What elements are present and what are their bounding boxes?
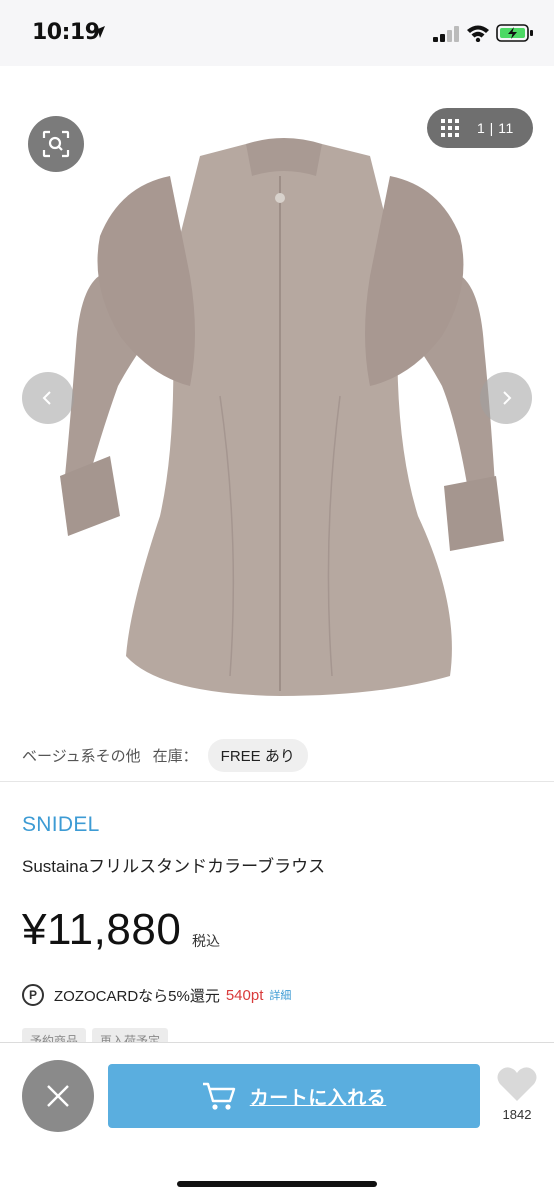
image-search-icon (42, 130, 70, 158)
cart-icon (202, 1082, 235, 1110)
product-name: Sustainaフリルスタンドカラーブラウス (22, 857, 326, 876)
cart-button-label: カートに入れる (249, 1087, 387, 1109)
close-button[interactable] (22, 1060, 94, 1132)
bottom-action-bar: カートに入れる 1842 (0, 1042, 554, 1200)
status-time: 10:19 (32, 20, 100, 45)
chevron-right-icon (503, 391, 512, 405)
product-gallery[interactable]: 1 | 11 (0, 66, 554, 730)
points-row: P ZOZOCARDなら5%還元 540pt 詳細 (22, 983, 291, 1007)
heart-icon (497, 1067, 537, 1101)
next-image-button[interactable] (480, 372, 532, 424)
tax-note: 税込 (192, 933, 220, 949)
points-amount: 540pt (225, 986, 264, 1004)
image-search-button[interactable] (28, 116, 84, 172)
previous-image-button[interactable] (22, 372, 74, 424)
cellular-signal-icon (433, 26, 459, 42)
close-icon (47, 1085, 69, 1107)
chevron-left-icon (42, 391, 51, 405)
location-arrow-icon (93, 26, 105, 38)
color-name: ベージュ系その他 (22, 748, 141, 765)
home-indicator[interactable] (177, 1181, 377, 1187)
product-price: ¥11,880 (22, 905, 182, 954)
size-stock-chip[interactable]: FREE あり (207, 739, 308, 772)
wifi-icon (467, 25, 489, 42)
favorite-button[interactable]: 1842 (494, 1065, 540, 1141)
points-icon: P (22, 984, 44, 1006)
points-detail-link[interactable]: 詳細 (269, 987, 291, 1003)
stock-label: 在庫： (152, 748, 198, 765)
stock-row: ベージュ系その他 在庫： FREE あり (0, 730, 554, 782)
image-counter-text: 1 | 11 (477, 120, 514, 136)
product-image[interactable] (40, 136, 520, 706)
grid-icon (441, 119, 459, 137)
battery-icon (496, 24, 533, 42)
status-bar: 10:19 (0, 0, 554, 66)
image-counter-button[interactable]: 1 | 11 (427, 108, 533, 148)
brand-link[interactable]: SNIDEL (22, 813, 100, 837)
add-to-cart-button[interactable]: カートに入れる (108, 1064, 480, 1128)
favorite-count: 1842 (502, 1107, 532, 1122)
points-text: ZOZOCARDなら5%還元 (54, 987, 220, 1005)
